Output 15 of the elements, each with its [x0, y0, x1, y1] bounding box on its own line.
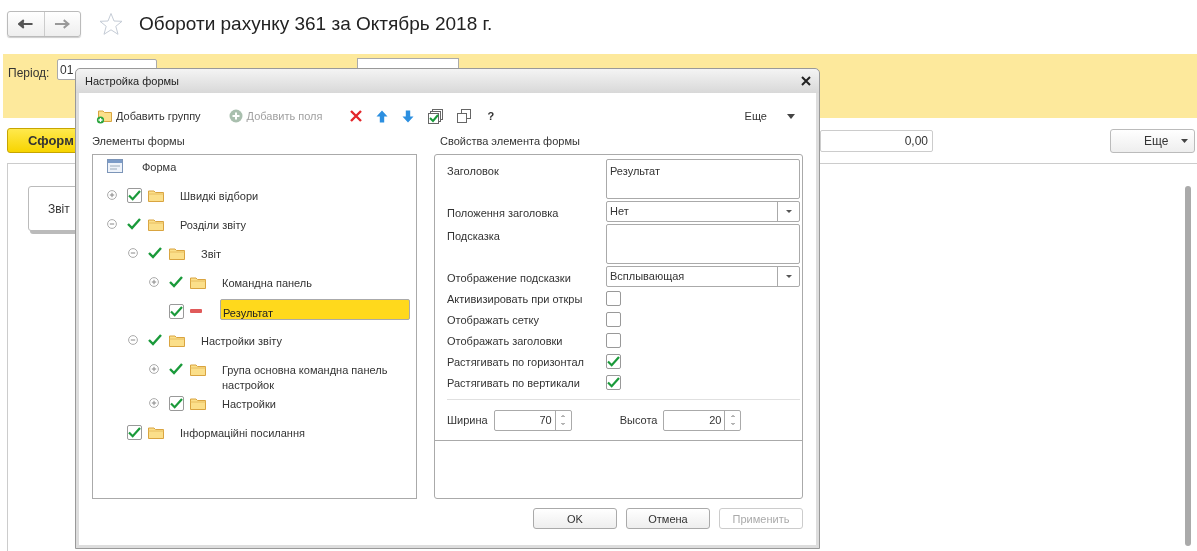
property-label: Отображать заголовки: [447, 334, 564, 347]
property-label: Отображать сетку: [447, 313, 540, 326]
width-label: Ширина: [447, 414, 488, 426]
property-label: Подсказка: [447, 229, 501, 242]
dialog-title: Настройка формы: [85, 75, 179, 87]
page-title: Обороти рахунку 361 за Октябрь 2018 г.: [139, 13, 493, 35]
property-label: Растягивать по горизонтал: [447, 355, 585, 368]
property-label: Растягивать по вертикали: [447, 376, 581, 389]
period-label: Період:: [8, 66, 50, 80]
property-label: Отображение подсказки: [447, 271, 572, 284]
property-label: Положення заголовка: [447, 206, 560, 219]
property-label: Заголовок: [447, 164, 500, 177]
section-heading: Свойства элемента формы: [440, 135, 580, 147]
property-label: Активизировать при откры: [447, 292, 584, 305]
height-label: Высота: [619, 414, 658, 426]
